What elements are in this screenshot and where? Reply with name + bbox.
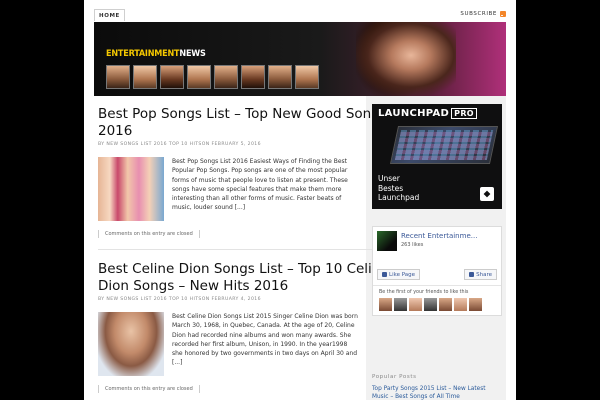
facebook-share-icon — [469, 272, 475, 277]
post-excerpt: Best Pop Songs List 2016 Easiest Ways of… — [172, 158, 348, 212]
subscribe-link[interactable]: SUBSCRIBE — [460, 11, 506, 17]
facebook-friend-avatar[interactable] — [454, 298, 467, 311]
post-title-link[interactable]: Best Celine Dion Songs List – Top 10 Cel… — [98, 261, 418, 295]
post-excerpt: Best Celine Dion Songs List 2015 Singer … — [172, 313, 358, 367]
banner-thumbnail — [295, 65, 319, 89]
facebook-friend-avatar[interactable] — [469, 298, 482, 311]
facebook-like-page-button[interactable]: Like Page — [377, 269, 421, 280]
post-body: Best Celine Dion Songs List 2015 Singer … — [98, 312, 438, 382]
post-thumbnail-image[interactable] — [98, 157, 164, 221]
facebook-share-button[interactable]: Share — [464, 269, 497, 280]
ad-tagline-line3: Launchpad — [378, 193, 420, 202]
ad-tagline-line1: Unser — [378, 174, 400, 183]
facebook-friends-text: Be the first of your friends to like thi… — [379, 290, 469, 295]
facebook-friend-faces — [379, 298, 482, 311]
banner-thumbnail — [160, 65, 184, 89]
logo-part-news: NEWS — [179, 49, 206, 59]
rss-icon — [500, 11, 506, 17]
launchpad-ad[interactable]: LAUNCHPAD PRO Unser Bestes Launchpad — [372, 104, 502, 209]
facebook-page-name[interactable]: Recent Entertainme... — [401, 232, 501, 240]
facebook-friend-avatar[interactable] — [439, 298, 452, 311]
facebook-friend-avatar[interactable] — [409, 298, 422, 311]
ad-tagline: Unser Bestes Launchpad — [378, 174, 419, 203]
logo-part-entertainment: ENTERTAINMENT — [106, 49, 180, 59]
post-title-link[interactable]: Best Pop Songs List – Top New Good Songs… — [98, 106, 418, 140]
comments-closed-note: Comments on this entry are closed — [98, 385, 200, 393]
site-logo: ENTERTAINMENTNEWS — [106, 49, 206, 59]
banner-thumbnail — [106, 65, 130, 89]
banner-thumbnail — [268, 65, 292, 89]
facebook-widget-divider — [373, 285, 501, 286]
ad-launchpad-image — [389, 126, 499, 164]
banner-thumbnail-strip — [106, 65, 319, 89]
facebook-page-avatar[interactable] — [377, 231, 397, 251]
banner-model-image — [356, 22, 456, 96]
ad-title-text: LAUNCHPAD — [378, 108, 450, 119]
facebook-page-widget: Recent Entertainme... 263 likes Like Pag… — [372, 226, 502, 316]
banner-thumbnail — [241, 65, 265, 89]
comments-closed-note: Comments on this entry are closed — [98, 230, 200, 238]
ad-title: LAUNCHPAD PRO — [378, 108, 477, 119]
ad-tagline-line2: Bestes — [378, 183, 404, 193]
comments-closed-text: Comments on this entry are closed — [105, 386, 193, 392]
banner-thumbnail — [214, 65, 238, 89]
page-container: HOME SUBSCRIBE ENTERTAINMENTNEWS Best Po… — [84, 0, 516, 400]
comments-closed-text: Comments on this entry are closed — [105, 231, 193, 237]
site-banner[interactable]: ENTERTAINMENTNEWS — [94, 22, 506, 96]
popular-posts-heading: Popular Posts — [372, 374, 417, 380]
post-thumbnail-image[interactable] — [98, 312, 164, 376]
nav-home-link[interactable]: HOME — [94, 9, 125, 21]
facebook-share-label: Share — [476, 271, 492, 278]
facebook-friend-avatar[interactable] — [424, 298, 437, 311]
subscribe-label: SUBSCRIBE — [460, 11, 497, 17]
top-bar: HOME SUBSCRIBE — [84, 0, 516, 22]
facebook-like-icon — [382, 272, 387, 277]
banner-thumbnail — [133, 65, 157, 89]
facebook-like-count: 263 likes — [401, 242, 424, 248]
facebook-friend-avatar[interactable] — [379, 298, 392, 311]
ad-pro-badge: PRO — [451, 108, 477, 119]
popular-post-link[interactable]: Top Party Songs 2015 List – New Latest M… — [372, 385, 502, 400]
ad-brand-logo-icon — [480, 187, 494, 201]
banner-thumbnail — [187, 65, 211, 89]
facebook-like-label: Like Page — [389, 271, 416, 278]
facebook-friend-avatar[interactable] — [394, 298, 407, 311]
